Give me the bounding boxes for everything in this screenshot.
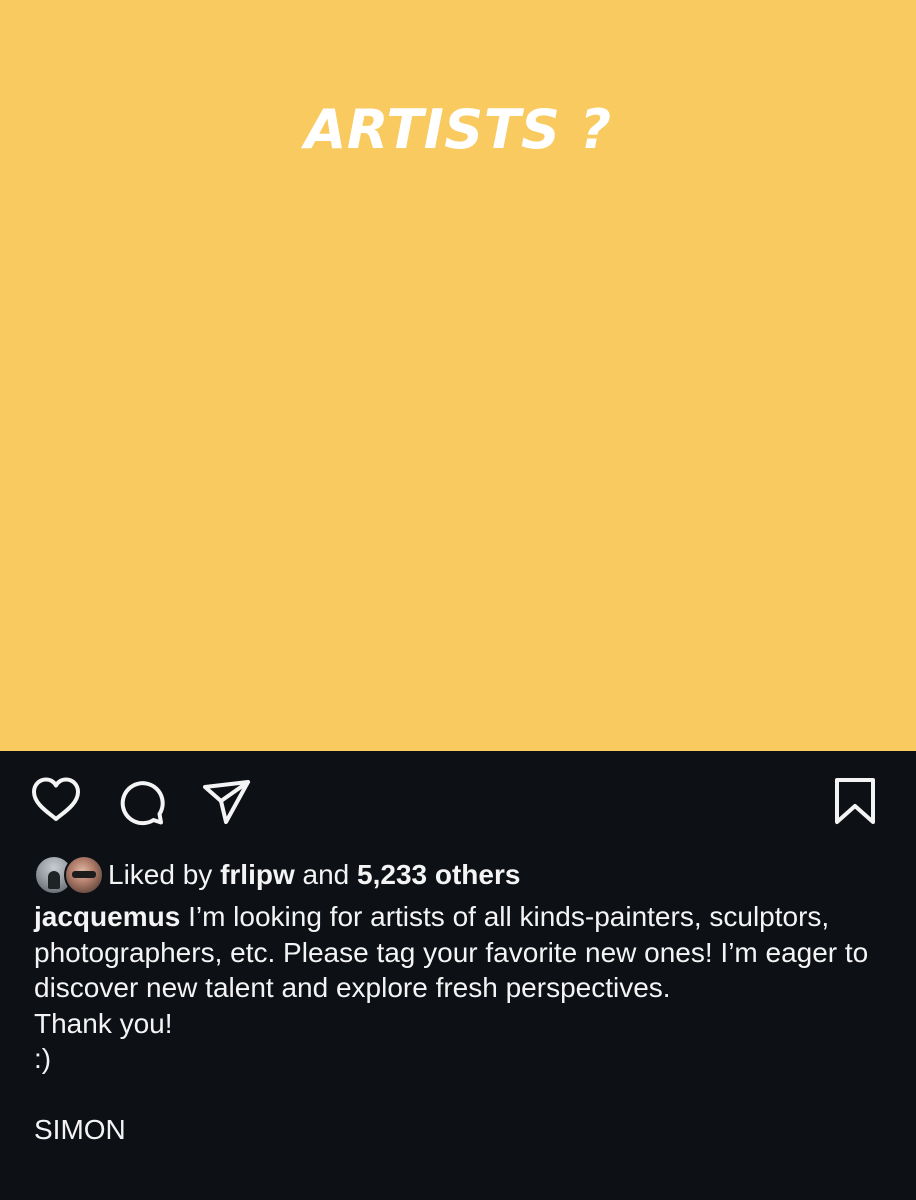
caption-thanks: Thank you! [34,1007,173,1039]
caption-signature: SIMON [34,1114,126,1145]
likes-count[interactable]: 5,233 others [357,859,520,890]
caption-smiley: :) [34,1043,52,1074]
likes-summary: Liked by frlipw and 5,233 others [108,857,520,893]
save-button[interactable] [829,775,881,827]
liker-avatar[interactable] [64,855,104,895]
caption-author[interactable]: jacquemus [34,901,180,932]
likes-row[interactable]: Liked by frlipw and 5,233 others [34,855,894,895]
caption-spacer [34,1077,884,1113]
comment-button[interactable] [115,775,167,827]
liker-username[interactable]: frlipw [220,859,295,890]
share-button[interactable] [201,775,253,827]
caption-body: jacquemus I’m looking for artists of all… [34,899,884,1006]
post-image[interactable]: ARTISTS ? [0,0,916,751]
post-caption: jacquemus I’m looking for artists of all… [34,899,884,1148]
bookmark-icon [835,778,875,824]
comment-icon [120,781,165,826]
likes-prefix: Liked by [108,859,213,890]
paper-plane-icon [203,780,250,824]
likes-connector: and [302,859,350,890]
instagram-post: ARTISTS ? Liked by frlipw and 5,233 othe… [0,0,916,1200]
post-action-bar [0,751,916,851]
post-image-headline: ARTISTS ? [304,98,612,161]
like-button[interactable] [30,775,82,827]
heart-icon [32,777,80,821]
